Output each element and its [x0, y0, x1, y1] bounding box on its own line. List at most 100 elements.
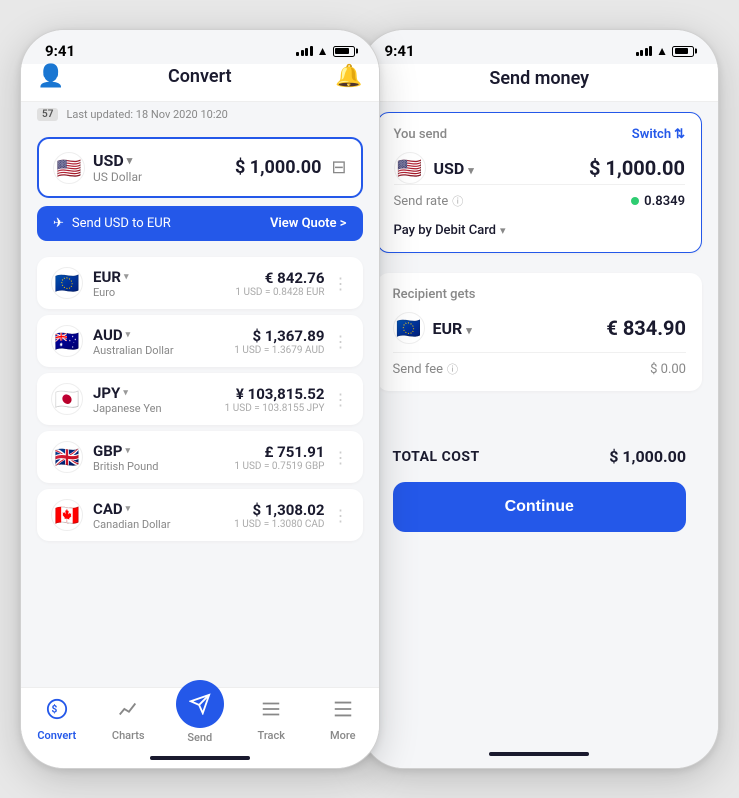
battery-icon: [333, 46, 355, 57]
total-cost-label: TOTAL COST: [393, 449, 480, 465]
list-item[interactable]: 🇦🇺 AUD ▾ Australian Dollar $ 1,367.89 1 …: [37, 315, 363, 367]
switch-btn[interactable]: Switch ⇅: [632, 127, 685, 142]
send-nav-btn[interactable]: [176, 680, 224, 728]
update-badge: 57: [37, 108, 58, 121]
wifi-icon-right: ▲: [656, 44, 668, 58]
rate-green-dot: [631, 197, 639, 205]
send-rate-label: Send rate ⓘ: [394, 193, 464, 209]
signal-icon: [296, 46, 313, 56]
send-bar[interactable]: ✈ Send USD to EUR View Quote >: [37, 206, 363, 241]
list-item[interactable]: 🇪🇺 EUR ▾ Euro € 842.76 1 USD = 0.8428 EU…: [37, 257, 363, 309]
you-send-label: You send: [394, 127, 448, 142]
right-phone: 9:41 ▲ Send money: [360, 29, 720, 769]
eur-code: EUR ▾: [93, 268, 128, 286]
view-quote-btn[interactable]: View Quote >: [270, 216, 347, 231]
status-icons-right: ▲: [636, 44, 694, 58]
base-currency-card[interactable]: 🇺🇸 USD ▾ US Dollar $ 1,000.00 ⊟: [37, 137, 363, 198]
nav-item-convert[interactable]: $ Convert: [27, 698, 87, 742]
recipient-eur-amount: € 834.90: [606, 316, 686, 340]
send-usd-code: USD ▾: [434, 159, 474, 178]
you-send-section: You send Switch ⇅ 🇺🇸 USD ▾ $ 1,000.0: [377, 112, 703, 253]
send-money-title: Send money: [381, 68, 699, 89]
recipient-gets-section: Recipient gets 🇪🇺 EUR ▾ € 834.90 Send fe…: [377, 273, 703, 391]
time-right: 9:41: [385, 42, 415, 60]
send-fee-row: Send fee ⓘ $ 0.00: [393, 352, 687, 377]
send-rate-row: Send rate ⓘ 0.8349: [394, 184, 686, 217]
send-usd-flag: 🇺🇸: [394, 152, 426, 184]
total-cost-bar: TOTAL COST $ 1,000.00: [361, 431, 719, 482]
base-flag: 🇺🇸: [53, 152, 85, 184]
aud-menu-icon[interactable]: ⋮: [333, 332, 349, 351]
send-fee-label: Send fee ⓘ: [393, 361, 459, 377]
base-amount: $ 1,000.00: [235, 157, 321, 178]
home-indicator-right: [489, 752, 589, 756]
send-screen: 9:41 ▲ Send money: [361, 30, 719, 768]
base-currency-code[interactable]: USD ▾: [93, 151, 142, 170]
convert-header: 👤 Convert 🔔: [21, 64, 379, 102]
more-nav-icon: [332, 698, 354, 726]
charts-nav-label: Charts: [112, 729, 145, 742]
track-nav-label: Track: [258, 729, 285, 742]
wifi-icon: ▲: [317, 44, 329, 58]
cad-flag: 🇨🇦: [51, 499, 83, 531]
currency-list: 🇪🇺 EUR ▾ Euro € 842.76 1 USD = 0.8428 EU…: [21, 249, 379, 549]
send-nav-label: Send: [187, 731, 212, 744]
base-currency-name: US Dollar: [93, 170, 142, 184]
home-indicator: [150, 756, 250, 760]
jpy-code: JPY ▾: [93, 384, 162, 402]
charts-nav-icon: [117, 698, 139, 726]
send-bar-text: Send USD to EUR: [72, 216, 171, 231]
jpy-menu-icon[interactable]: ⋮: [333, 390, 349, 409]
bell-icon[interactable]: 🔔: [335, 64, 362, 89]
left-phone: 9:41 ▲ 👤 Convert: [20, 29, 380, 769]
time-left: 9:41: [45, 42, 75, 60]
send-rate-value: 0.8349: [631, 194, 685, 209]
signal-icon-right: [636, 46, 653, 56]
fee-info-icon[interactable]: ⓘ: [447, 361, 458, 377]
send-plane-icon: ✈: [53, 216, 64, 231]
nav-item-more[interactable]: More: [313, 698, 373, 742]
list-item[interactable]: 🇯🇵 JPY ▾ Japanese Yen ¥ 103,815.52 1 USD…: [37, 373, 363, 425]
recipient-eur-code: EUR ▾: [433, 319, 472, 338]
status-bar-left: 9:41 ▲: [21, 30, 379, 64]
calculator-icon[interactable]: ⊟: [331, 157, 346, 178]
list-item[interactable]: 🇬🇧 GBP ▾ British Pound £ 751.91 1 USD = …: [37, 431, 363, 483]
more-nav-label: More: [330, 729, 356, 742]
cad-code: CAD ▾: [93, 500, 170, 518]
nav-item-track[interactable]: Track: [241, 698, 301, 742]
send-header: Send money: [361, 64, 719, 102]
convert-title: Convert: [168, 66, 232, 87]
nav-item-charts[interactable]: Charts: [98, 698, 158, 742]
send-usd-amount: $ 1,000.00: [589, 156, 685, 180]
status-icons-left: ▲: [296, 44, 354, 58]
rate-info-icon[interactable]: ⓘ: [452, 193, 463, 209]
jpy-flag: 🇯🇵: [51, 383, 83, 415]
recipient-gets-label: Recipient gets: [393, 287, 687, 302]
continue-button[interactable]: Continue: [393, 482, 687, 532]
profile-icon[interactable]: 👤: [37, 64, 64, 89]
eur-flag: 🇪🇺: [51, 267, 83, 299]
gbp-menu-icon[interactable]: ⋮: [333, 448, 349, 467]
track-nav-icon: [260, 698, 282, 726]
last-updated-text: Last updated: 18 Nov 2020 10:20: [66, 108, 227, 121]
gbp-flag: 🇬🇧: [51, 441, 83, 473]
status-bar-right: 9:41 ▲: [361, 30, 719, 64]
aud-flag: 🇦🇺: [51, 325, 83, 357]
pay-method-selector[interactable]: Pay by Debit Card ▾: [394, 217, 686, 238]
last-updated-bar: 57 Last updated: 18 Nov 2020 10:20: [21, 102, 379, 127]
aud-code: AUD ▾: [93, 326, 174, 344]
send-fee-value: $ 0.00: [650, 362, 686, 377]
svg-text:$: $: [51, 703, 57, 716]
send-currency-selector[interactable]: 🇺🇸 USD ▾ $ 1,000.00: [394, 152, 686, 184]
nav-item-send[interactable]: Send: [170, 696, 230, 744]
battery-icon-right: [672, 46, 694, 57]
recipient-currency-row[interactable]: 🇪🇺 EUR ▾ € 834.90: [393, 312, 687, 344]
gbp-code: GBP ▾: [93, 442, 158, 460]
recipient-eur-flag: 🇪🇺: [393, 312, 425, 344]
list-item[interactable]: 🇨🇦 CAD ▾ Canadian Dollar $ 1,308.02 1 US…: [37, 489, 363, 541]
total-cost-amount: $ 1,000.00: [609, 447, 686, 466]
convert-nav-label: Convert: [37, 729, 76, 742]
eur-menu-icon[interactable]: ⋮: [333, 274, 349, 293]
cad-menu-icon[interactable]: ⋮: [333, 506, 349, 525]
convert-screen: 9:41 ▲ 👤 Convert: [21, 30, 379, 768]
